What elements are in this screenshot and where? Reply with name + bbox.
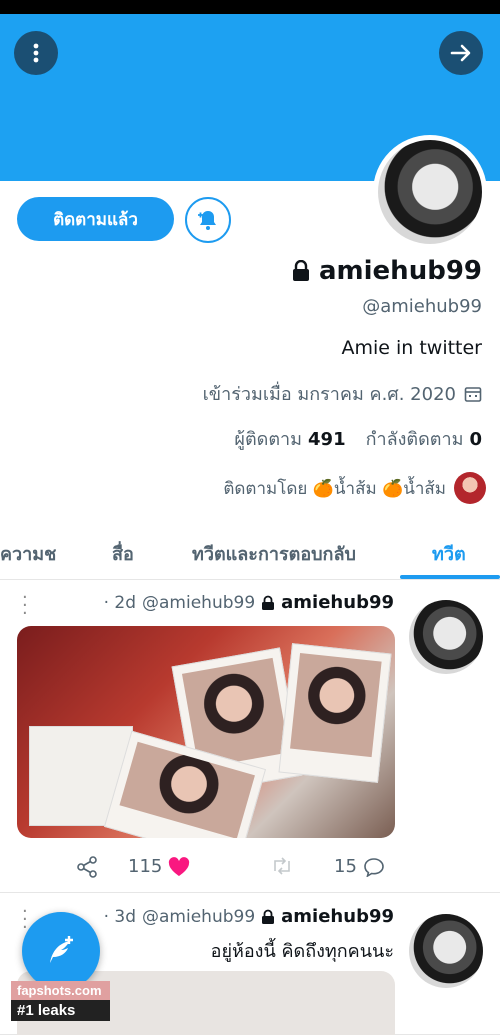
tab-tweets-replies[interactable]: ทวีตและการตอบกลับ: [192, 539, 356, 568]
like-count: 115: [128, 856, 163, 877]
tweet-handle: @amiehub99: [142, 906, 256, 927]
profile-handle: @amiehub99: [362, 296, 482, 317]
reply-icon: [364, 857, 384, 877]
tweet-actions: 115 15: [0, 856, 500, 880]
tweet-avatar[interactable]: [409, 600, 483, 674]
followed-by[interactable]: ติดตามโดย 🍊น้ำส้ม 🍊น้ำส้ม: [223, 472, 486, 504]
more-vertical-icon: [33, 43, 39, 63]
tab-media[interactable]: สื่อ: [112, 539, 134, 568]
follower-label: กำลังติดตาม: [365, 429, 464, 450]
more-options-button[interactable]: [14, 31, 58, 75]
tweet-time: · 3d: [103, 906, 137, 927]
tweet-avatar[interactable]: [409, 914, 483, 988]
retweet-icon: [274, 857, 290, 875]
tweet-handle: @amiehub99: [142, 592, 256, 613]
profile-tabs: ความช สื่อ ทวีตและการตอบกลับ ทวีต: [0, 525, 500, 580]
follower-count: 0: [469, 429, 482, 450]
bell-plus-icon: [198, 211, 216, 230]
display-name-text: amiehub99: [319, 256, 482, 286]
tweet-header: · 3d @amiehub99 amiehub99: [104, 906, 394, 927]
tweet-author: amiehub99: [281, 906, 394, 927]
share-icon: [77, 856, 97, 878]
heart-icon: [169, 856, 190, 876]
tab-likes[interactable]: ความช: [0, 539, 56, 568]
retweet-button[interactable]: [270, 856, 294, 876]
reply-button[interactable]: 15: [334, 856, 385, 877]
tweet-author: amiehub99: [281, 592, 394, 613]
tweet-media-image[interactable]: [17, 626, 395, 838]
watermark-tagline: #1 leaks: [11, 1000, 110, 1021]
profile-stats: ผู้ติดตาม 491 กำลังติดตาม 0: [234, 424, 482, 453]
profile-avatar[interactable]: [373, 135, 487, 249]
active-tab-indicator: [400, 575, 500, 579]
followed-by-text: ติดตามโดย 🍊น้ำส้ม 🍊น้ำส้ม: [223, 478, 446, 499]
compose-tweet-button[interactable]: [22, 912, 100, 990]
arrow-right-icon: [450, 44, 471, 62]
tweet-header: · 2d @amiehub99 amiehub99: [104, 592, 394, 613]
tweet-more-icon[interactable]: · · ·: [22, 903, 28, 937]
status-bar: [0, 0, 500, 14]
tweet[interactable]: · · · · 2d @amiehub99 amiehub99 115 15: [0, 580, 500, 893]
joined-text: เข้าร่วมเมื่อ มกราคม ค.ศ. 2020: [202, 384, 456, 405]
display-name: amiehub99: [291, 256, 482, 286]
tweet-text: อยู่ห้องนี้ คิดถึงทุกคนนะ: [210, 941, 394, 962]
calendar-icon: [464, 386, 482, 402]
like-button[interactable]: 115: [128, 856, 190, 877]
watermark-site: fapshots.com: [11, 981, 110, 1000]
reply-count: 15: [334, 856, 357, 877]
following-label: ผู้ติดตาม: [234, 429, 303, 450]
watermark: fapshots.com #1 leaks: [11, 981, 110, 1021]
compose-feather-icon: [50, 936, 73, 963]
profile-bio: Amie in twitter: [341, 337, 482, 359]
lock-icon: [262, 595, 275, 610]
notify-button[interactable]: [185, 197, 231, 243]
following-stat[interactable]: ผู้ติดตาม 491: [234, 424, 345, 453]
share-button[interactable]: [76, 856, 98, 878]
tweet-more-icon[interactable]: · · ·: [22, 589, 28, 623]
following-count: 491: [308, 429, 346, 450]
follower-avatar: [454, 472, 486, 504]
forward-button[interactable]: [439, 31, 483, 75]
joined-date: เข้าร่วมเมื่อ มกราคม ค.ศ. 2020: [203, 379, 482, 408]
follow-button[interactable]: ติดตามแล้ว: [17, 197, 174, 241]
lock-icon: [262, 909, 275, 924]
tweet-time: · 2d: [103, 592, 137, 613]
lock-icon: [293, 260, 309, 281]
tab-tweets[interactable]: ทวีต: [432, 539, 466, 568]
follower-stat[interactable]: กำลังติดตาม 0: [366, 424, 482, 453]
